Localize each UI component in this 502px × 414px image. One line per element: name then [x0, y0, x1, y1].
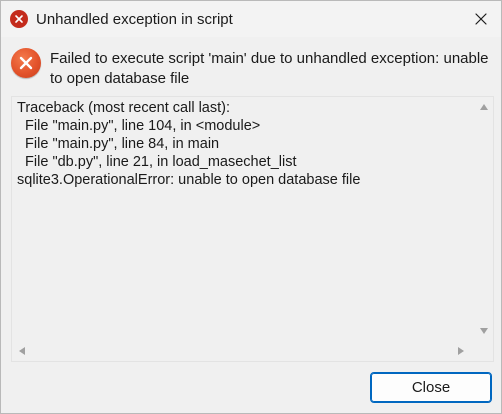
traceback-panel[interactable]: Traceback (most recent call last): File …: [11, 96, 494, 362]
error-message: Failed to execute script 'main' due to u…: [50, 50, 489, 87]
scroll-left-icon[interactable]: [17, 346, 27, 356]
close-button[interactable]: Close: [370, 372, 492, 403]
error-dialog: Unhandled exception in script Failed to …: [0, 0, 502, 414]
window-title: Unhandled exception in script: [36, 11, 233, 28]
title-bar[interactable]: Unhandled exception in script: [1, 1, 501, 37]
traceback-text[interactable]: Traceback (most recent call last): File …: [17, 99, 472, 337]
scroll-down-icon[interactable]: [479, 326, 489, 336]
error-icon: [11, 48, 41, 78]
scroll-right-icon[interactable]: [456, 346, 466, 356]
horizontal-scrollbar[interactable]: [12, 342, 475, 360]
vertical-scrollbar[interactable]: [475, 97, 493, 342]
close-icon[interactable]: [467, 5, 495, 33]
error-icon: [10, 10, 28, 28]
scroll-up-icon[interactable]: [479, 102, 489, 112]
